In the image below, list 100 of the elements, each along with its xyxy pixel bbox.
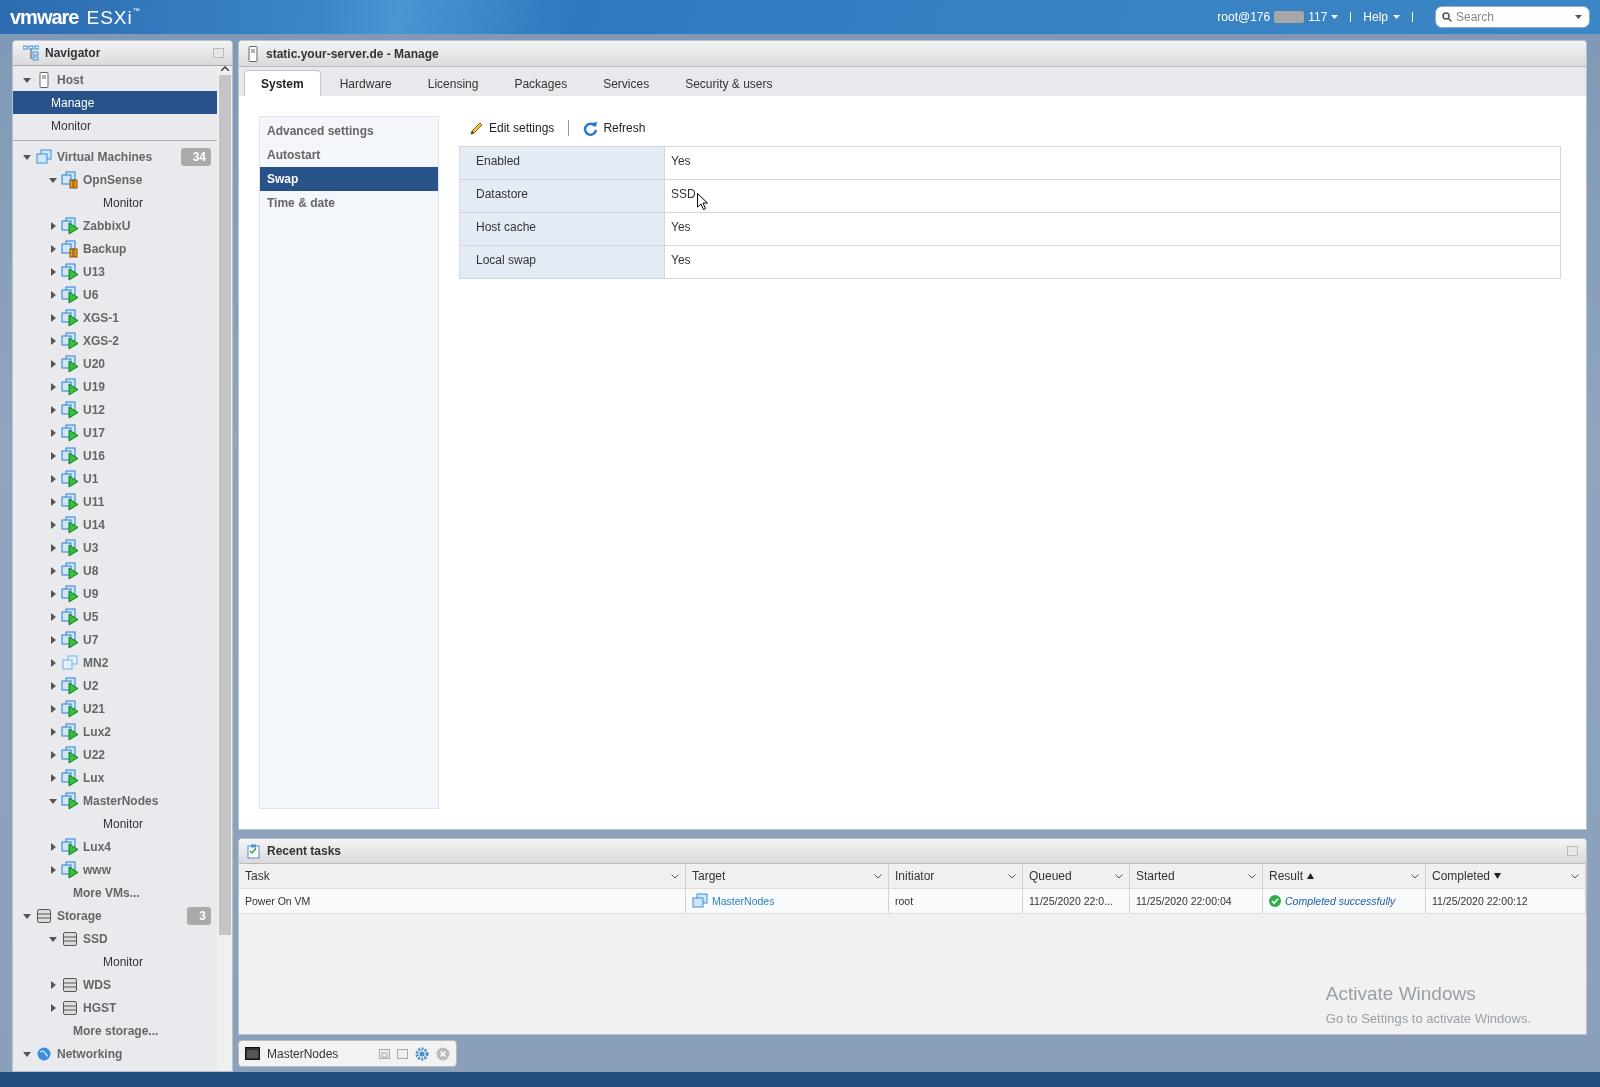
collapse-arrow-icon[interactable] <box>49 934 57 943</box>
menu-item[interactable]: Time & date <box>260 191 438 215</box>
vm-name[interactable]: ZabbixU <box>83 218 131 233</box>
nav-item[interactable]: Monitor <box>13 950 217 973</box>
vm-name[interactable]: U1 <box>83 471 99 486</box>
vm-name[interactable]: U14 <box>83 517 105 532</box>
tab[interactable]: Services <box>586 70 667 96</box>
expand-arrow-icon[interactable] <box>49 382 57 391</box>
expand-arrow-icon[interactable] <box>49 244 57 253</box>
expand-arrow-icon[interactable] <box>49 543 57 552</box>
collapse-arrow-icon[interactable] <box>23 1049 31 1058</box>
expand-arrow-icon[interactable] <box>49 359 57 368</box>
scrollbar[interactable] <box>217 66 232 1071</box>
datastore-name[interactable]: WDS <box>83 977 111 992</box>
section-title[interactable]: Networking <box>57 1046 123 1061</box>
vm-name[interactable]: MasterNodes <box>83 793 159 808</box>
expand-arrow-icon[interactable] <box>49 520 57 529</box>
collapse-arrow-icon[interactable] <box>23 911 31 920</box>
tab[interactable]: Hardware <box>322 70 409 96</box>
vm-name[interactable]: U7 <box>83 632 99 647</box>
column-header[interactable]: Completed <box>1426 864 1586 888</box>
column-header[interactable]: Queued <box>1023 864 1130 888</box>
expand-arrow-icon[interactable] <box>49 405 57 414</box>
vm-name[interactable]: U13 <box>83 264 105 279</box>
section-title[interactable]: Virtual Machines <box>57 149 153 164</box>
dropdown-icon[interactable] <box>1115 873 1123 879</box>
expand-arrow-icon[interactable] <box>49 290 57 299</box>
expand-arrow-icon[interactable] <box>49 773 57 782</box>
expand-arrow-icon[interactable] <box>49 635 57 644</box>
tab[interactable]: Packages <box>497 70 585 96</box>
vm-name[interactable]: U19 <box>83 379 105 394</box>
vm-name[interactable]: U5 <box>83 609 99 624</box>
dropdown-icon[interactable] <box>1571 873 1579 879</box>
section-title[interactable]: Host <box>57 72 84 87</box>
menu-item[interactable]: Advanced settings <box>260 119 438 143</box>
column-header[interactable]: Task <box>239 864 686 888</box>
vm-name[interactable]: U22 <box>83 747 105 762</box>
vm-name[interactable]: U11 <box>83 494 105 509</box>
menu-item[interactable]: Autostart <box>260 143 438 167</box>
vm-name[interactable]: www <box>83 862 111 877</box>
vm-name[interactable]: U6 <box>83 287 99 302</box>
vm-name[interactable]: Lux4 <box>83 839 111 854</box>
expand-arrow-icon[interactable] <box>49 566 57 575</box>
vm-name[interactable]: U9 <box>83 586 99 601</box>
expand-arrow-icon[interactable] <box>49 980 57 989</box>
expand-arrow-icon[interactable] <box>49 727 57 736</box>
vm-name[interactable]: Lux2 <box>83 724 111 739</box>
edit-button[interactable]: Edit settings <box>465 120 559 136</box>
vm-name[interactable]: U21 <box>83 701 105 716</box>
dropdown-icon[interactable] <box>1008 873 1016 879</box>
expand-arrow-icon[interactable] <box>49 313 57 322</box>
nav-item[interactable]: Monitor <box>13 191 217 214</box>
vm-name[interactable]: U20 <box>83 356 105 371</box>
expand-arrow-icon[interactable] <box>49 428 57 437</box>
vm-name[interactable]: Backup <box>83 241 127 256</box>
vm-name[interactable]: U12 <box>83 402 105 417</box>
dropdown-icon[interactable] <box>671 873 679 879</box>
column-header[interactable]: Result <box>1263 864 1426 888</box>
tab[interactable]: Licensing <box>410 70 496 96</box>
more-link[interactable]: More storage... <box>13 1019 217 1042</box>
vm-name[interactable]: U17 <box>83 425 105 440</box>
expand-arrow-icon[interactable] <box>49 221 57 230</box>
vm-name[interactable]: U16 <box>83 448 105 463</box>
vm-name[interactable]: OpnSense <box>83 172 143 187</box>
nav-item[interactable]: Monitor <box>13 812 217 835</box>
tab[interactable]: System <box>244 70 321 96</box>
column-header[interactable]: Initiator <box>889 864 1023 888</box>
datastore-name[interactable]: HGST <box>83 1000 117 1015</box>
more-link[interactable]: More VMs... <box>13 881 217 904</box>
expand-arrow-icon[interactable] <box>49 842 57 851</box>
column-header[interactable]: Target <box>686 864 889 888</box>
menu-item[interactable]: Swap <box>260 167 438 191</box>
settings-icon[interactable] <box>415 1046 429 1061</box>
expand-arrow-icon[interactable] <box>49 1003 57 1012</box>
help-menu[interactable]: Help <box>1363 10 1400 24</box>
datastore-name[interactable]: SSD <box>83 931 108 946</box>
tab[interactable]: Security & users <box>668 70 790 96</box>
collapse-arrow-icon[interactable] <box>49 796 57 805</box>
vm-name[interactable]: U8 <box>83 563 99 578</box>
nav-item[interactable]: Manage <box>13 91 217 114</box>
dropdown-icon[interactable] <box>874 873 882 879</box>
collapse-arrow-icon[interactable] <box>23 152 31 161</box>
collapse-arrow-icon[interactable] <box>23 75 31 84</box>
nav-item[interactable]: Monitor <box>13 114 217 137</box>
expand-arrow-icon[interactable] <box>49 865 57 874</box>
expand-arrow-icon[interactable] <box>49 336 57 345</box>
vm-name[interactable]: XGS-2 <box>83 333 119 348</box>
expand-arrow-icon[interactable] <box>49 704 57 713</box>
expand-arrow-icon[interactable] <box>49 474 57 483</box>
vm-name[interactable]: U3 <box>83 540 99 555</box>
vm-name[interactable]: MN2 <box>83 655 109 670</box>
collapse-arrow-icon[interactable] <box>49 175 57 184</box>
dropdown-icon[interactable] <box>1248 873 1256 879</box>
expand-arrow-icon[interactable] <box>49 681 57 690</box>
expand-arrow-icon[interactable] <box>49 589 57 598</box>
expand-arrow-icon[interactable] <box>49 451 57 460</box>
user-menu[interactable]: root@176 117 <box>1217 10 1339 24</box>
search-field[interactable]: Search <box>1435 6 1590 28</box>
section-title[interactable]: Storage <box>57 908 102 923</box>
refresh-button[interactable]: Refresh <box>579 120 650 136</box>
